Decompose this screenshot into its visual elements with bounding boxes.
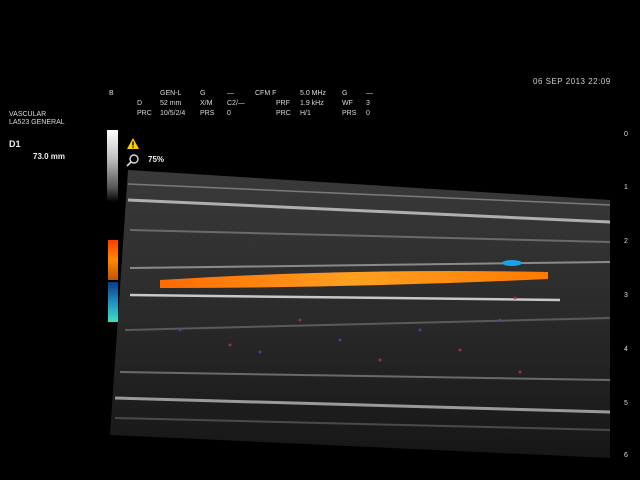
warning-icon <box>127 138 139 149</box>
xm-value: C2/— <box>227 100 245 107</box>
depth-tick-2: 2 <box>624 238 628 245</box>
gen-l-label: GEN-L <box>160 90 182 97</box>
magnifier-icon <box>126 154 139 167</box>
prs-value: 0 <box>227 110 231 117</box>
preset-label: VASCULAR LA523 GENERAL <box>9 111 65 127</box>
depth-tick-6: 6 <box>624 452 628 459</box>
wf-label: WF <box>342 100 353 107</box>
doppler-flow-blue <box>502 260 522 266</box>
prs2-label: PRS <box>342 110 357 117</box>
measurement-label: D1 <box>9 139 21 149</box>
gain-value: — <box>227 90 234 97</box>
ultrasound-image <box>110 170 611 458</box>
prc-value: 10/5/2/4 <box>160 110 186 117</box>
depth-tick-3: 3 <box>624 292 628 299</box>
cfm-label: CFM F <box>255 90 277 97</box>
scan-field <box>110 170 610 458</box>
preset-line1: VASCULAR <box>9 111 47 118</box>
zoom-value: 75% <box>148 155 165 164</box>
depth-tick-0: 0 <box>624 131 628 138</box>
prc-label: PRC <box>137 110 152 117</box>
prs-label: PRS <box>200 110 215 117</box>
depth-tick-1: 1 <box>624 184 628 191</box>
gain-label: G <box>200 90 206 97</box>
prf-label: PRF <box>276 100 290 107</box>
depth-tick-5: 5 <box>624 400 628 407</box>
wf-value: 3 <box>366 100 370 107</box>
mode-b-label: B <box>109 90 114 97</box>
grayscale-bar <box>107 130 118 202</box>
xm-label: X/M <box>200 100 213 107</box>
prs2-value: 0 <box>366 110 370 117</box>
depth-tick-4: 4 <box>624 346 628 353</box>
datetime: 06 SEP 2013 22:09 <box>533 77 611 86</box>
cfm-gain-value: — <box>366 90 373 97</box>
color-scale-bar <box>108 240 118 322</box>
preset-line2: LA523 GENERAL <box>9 119 65 126</box>
depth-value: 52 mm <box>160 100 182 107</box>
prf-value: 1.9 kHz <box>300 100 324 107</box>
prc2-value: H/1 <box>300 110 311 117</box>
cfm-value: 5.0 MHz <box>300 90 327 97</box>
prc2-label: PRC <box>276 110 291 117</box>
cfm-gain-label: G <box>342 90 348 97</box>
depth-label: D <box>137 100 143 107</box>
measurement-value: 73.0 mm <box>33 152 66 161</box>
